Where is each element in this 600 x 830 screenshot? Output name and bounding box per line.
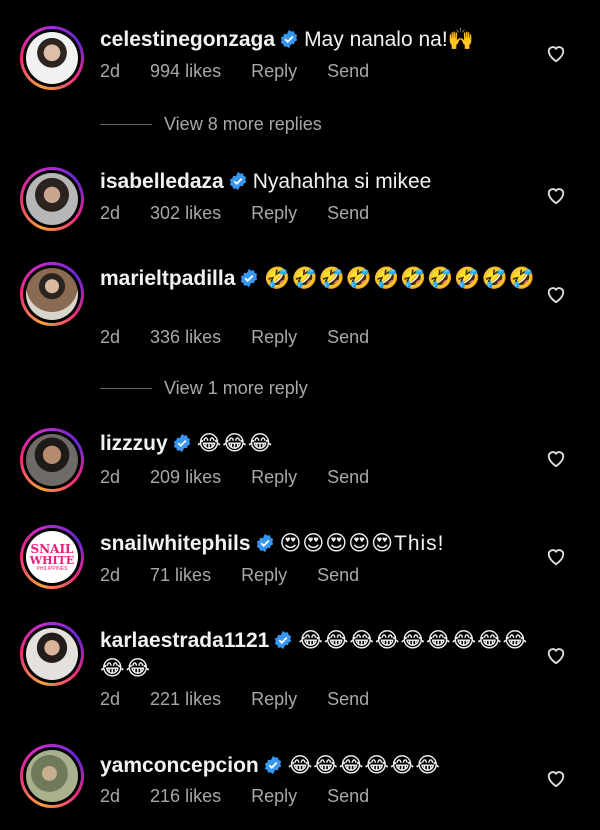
comment-likes[interactable]: 209 likes bbox=[150, 467, 221, 488]
verified-badge-icon bbox=[280, 29, 298, 49]
comment-likes[interactable]: 221 likes bbox=[150, 689, 221, 710]
verified-badge-icon bbox=[229, 171, 246, 191]
avatar[interactable]: SNAIL WHITE PHILIPPINES bbox=[20, 525, 84, 589]
reply-button[interactable]: Reply bbox=[251, 61, 297, 82]
verified-badge-icon bbox=[256, 533, 273, 553]
comment-text: 😍😍😍😍😍This! bbox=[279, 532, 445, 555]
comment-username[interactable]: marieltpadilla bbox=[100, 267, 235, 290]
reply-button[interactable]: Reply bbox=[251, 203, 297, 224]
reply-button[interactable]: Reply bbox=[251, 786, 297, 807]
comment-username[interactable]: snailwhitephils bbox=[100, 532, 251, 555]
send-button[interactable]: Send bbox=[327, 61, 369, 82]
heart-outline-icon[interactable] bbox=[545, 185, 567, 205]
comment-time: 2d bbox=[100, 61, 121, 81]
comment-time: 2d bbox=[100, 565, 121, 585]
view-more-replies[interactable]: View 8 more replies bbox=[100, 114, 322, 135]
view-more-replies[interactable]: View 1 more reply bbox=[100, 378, 308, 399]
send-button[interactable]: Send bbox=[327, 689, 369, 710]
reply-button[interactable]: Reply bbox=[251, 467, 297, 488]
verified-badge-icon bbox=[264, 755, 281, 775]
comment-username[interactable]: yamconcepcion bbox=[100, 754, 259, 777]
send-button[interactable]: Send bbox=[327, 327, 369, 348]
reply-button[interactable]: Reply bbox=[241, 565, 287, 586]
comment-likes[interactable]: 216 likes bbox=[150, 786, 221, 807]
comment-time: 2d bbox=[100, 327, 121, 347]
comment-likes[interactable]: 302 likes bbox=[150, 203, 221, 224]
avatar[interactable] bbox=[20, 262, 84, 326]
avatar[interactable] bbox=[20, 622, 84, 686]
heart-outline-icon[interactable] bbox=[545, 645, 567, 665]
comment-likes[interactable]: 994 likes bbox=[150, 61, 221, 82]
comment-text: Nyahahha si mikee bbox=[252, 170, 432, 193]
verified-badge-icon bbox=[275, 630, 292, 650]
comment-time: 2d bbox=[100, 467, 121, 487]
reply-button[interactable]: Reply bbox=[251, 327, 297, 348]
verified-badge-icon bbox=[241, 268, 258, 288]
send-button[interactable]: Send bbox=[327, 786, 369, 807]
heart-outline-icon[interactable] bbox=[545, 768, 567, 788]
avatar[interactable] bbox=[20, 744, 84, 808]
comment-time: 2d bbox=[100, 203, 121, 223]
avatar[interactable] bbox=[20, 26, 84, 90]
comment-username[interactable]: lizzzuy bbox=[100, 432, 168, 455]
heart-outline-icon[interactable] bbox=[545, 284, 567, 304]
comment-likes[interactable]: 336 likes bbox=[150, 327, 221, 348]
heart-outline-icon[interactable] bbox=[545, 448, 567, 468]
comment-username[interactable]: isabelledaza bbox=[100, 170, 224, 193]
comment-time: 2d bbox=[100, 786, 121, 806]
send-button[interactable]: Send bbox=[317, 565, 359, 586]
heart-outline-icon[interactable] bbox=[545, 546, 567, 566]
send-button[interactable]: Send bbox=[327, 203, 369, 224]
send-button[interactable]: Send bbox=[327, 467, 369, 488]
comment-username[interactable]: karlaestrada1121 bbox=[100, 629, 269, 652]
verified-badge-icon bbox=[173, 433, 190, 453]
avatar[interactable] bbox=[20, 428, 84, 492]
comment-username[interactable]: celestinegonzaga bbox=[100, 28, 275, 51]
avatar[interactable] bbox=[20, 167, 84, 231]
comment-text: 🤣🤣🤣🤣🤣🤣🤣🤣🤣🤣 bbox=[264, 267, 536, 290]
comment-text: 😂😂😂 bbox=[196, 432, 274, 455]
reply-button[interactable]: Reply bbox=[251, 689, 297, 710]
comment-time: 2d bbox=[100, 689, 121, 709]
comment-text: May nanalo na!🙌 bbox=[304, 28, 474, 51]
heart-outline-icon[interactable] bbox=[545, 43, 567, 63]
brand-logo: SNAIL WHITE PHILIPPINES bbox=[26, 531, 78, 583]
comments-feed: celestinegonzaga May nanalo na!🙌 2d 994 l… bbox=[0, 0, 600, 830]
comment-text: 😂😂😂😂😂😂 bbox=[287, 754, 441, 777]
comment-likes[interactable]: 71 likes bbox=[150, 565, 211, 586]
